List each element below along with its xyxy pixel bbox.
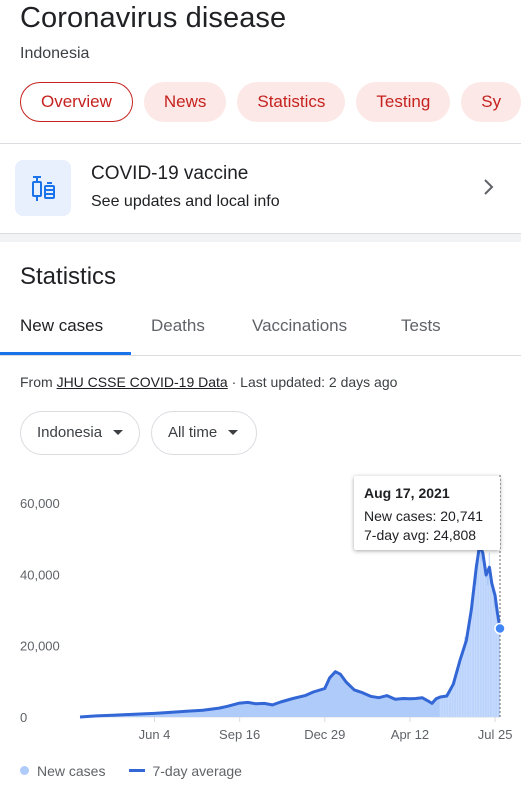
hover-point <box>494 622 506 635</box>
new-cases-bar <box>467 632 469 717</box>
topic-chips: Overview News Statistics Testing Sy <box>20 82 521 126</box>
range-dropdown-value: All time <box>168 424 218 441</box>
divider <box>0 355 521 356</box>
vaccine-title: COVID-19 vaccine <box>91 163 249 184</box>
new-cases-bar <box>477 544 479 717</box>
chip-testing[interactable]: Testing <box>356 82 451 122</box>
tab-vaccinations[interactable]: Vaccinations <box>252 316 347 336</box>
new-cases-bar <box>442 696 445 717</box>
source-link[interactable]: JHU CSSE COVID-19 Data <box>57 374 228 390</box>
caret-down-icon <box>228 430 238 435</box>
chip-statistics[interactable]: Statistics <box>237 82 346 122</box>
chart-legend: New cases 7-day average <box>20 763 242 779</box>
new-cases-bar <box>490 574 492 717</box>
statistics-tabs: New cases Deaths Vaccinations Tests <box>0 300 521 356</box>
location-dropdown-value: Indonesia <box>37 424 103 441</box>
x-tick-label: Dec 29 <box>304 727 345 742</box>
data-source: From JHU CSSE COVID-19 Data · Last updat… <box>20 374 397 390</box>
tab-new-cases[interactable]: New cases <box>20 316 103 336</box>
vaccine-subtitle: See updates and local info <box>91 193 280 210</box>
tab-deaths[interactable]: Deaths <box>151 316 205 336</box>
caret-down-icon <box>113 430 123 435</box>
new-cases-bar <box>441 695 443 717</box>
legend-bars-label: New cases <box>37 763 106 779</box>
location-subtitle: Indonesia <box>20 45 90 62</box>
vaccine-icon <box>15 160 71 216</box>
chip-overview[interactable]: Overview <box>20 82 133 122</box>
y-tick-label: 20,000 <box>20 639 60 654</box>
legend-line-label: 7-day average <box>152 763 242 779</box>
new-cases-bar <box>475 585 477 717</box>
last-updated: · Last updated: 2 days ago <box>227 374 398 390</box>
tooltip-average: 7-day avg: 24,808 <box>364 527 477 543</box>
source-prefix: From <box>20 374 57 390</box>
y-tick-label: 40,000 <box>20 567 60 582</box>
tooltip-new-cases: New cases: 20,741 <box>364 508 484 524</box>
new-cases-area <box>80 545 500 717</box>
new-cases-bar <box>457 672 459 717</box>
legend-line-swatch <box>129 769 146 772</box>
chip-symptoms[interactable]: Sy <box>461 82 521 122</box>
new-cases-bar <box>492 592 494 717</box>
legend-bars-swatch <box>20 766 29 775</box>
y-tick-label: 60,000 <box>20 496 60 511</box>
x-tick-label: Apr 12 <box>391 727 429 742</box>
seven-day-average-line <box>79 544 502 719</box>
new-cases-bar <box>456 674 458 717</box>
chevron-right-icon <box>482 177 496 202</box>
new-cases-bar <box>469 629 471 717</box>
new-cases-bar <box>485 578 487 717</box>
page-title: Coronavirus disease <box>20 2 287 34</box>
new-cases-bar <box>478 545 481 717</box>
section-separator <box>0 233 521 242</box>
new-cases-bar <box>444 697 446 717</box>
y-tick-label: 0 <box>20 710 27 725</box>
tooltip-date: Aug 17, 2021 <box>364 485 450 501</box>
location-dropdown[interactable]: Indonesia <box>20 411 140 455</box>
new-cases-bar <box>465 636 468 717</box>
new-cases-bar <box>462 655 464 717</box>
new-cases-bar <box>487 585 489 717</box>
x-tick-label: Sep 16 <box>219 727 260 742</box>
chip-news[interactable]: News <box>143 82 227 122</box>
statistics-heading: Statistics <box>20 263 117 290</box>
new-cases-bar <box>493 607 495 717</box>
new-cases-bar <box>451 689 453 717</box>
new-cases-bar <box>480 561 482 717</box>
new-cases-bar <box>439 699 441 717</box>
range-dropdown[interactable]: All time <box>151 411 257 455</box>
new-cases-bar <box>460 655 463 717</box>
vaccine-card[interactable]: COVID-19 vaccine See updates and local i… <box>0 143 521 233</box>
new-cases-bar <box>483 556 486 717</box>
new-cases-bar <box>474 587 476 717</box>
tab-tests[interactable]: Tests <box>401 316 441 336</box>
chart-tooltip: Aug 17, 2021 New cases: 20,741 7-day avg… <box>354 476 500 550</box>
x-tick-label: Jun 4 <box>139 727 171 742</box>
new-cases-bar <box>449 690 451 717</box>
x-tick-label: Jul 25 <box>478 727 513 742</box>
